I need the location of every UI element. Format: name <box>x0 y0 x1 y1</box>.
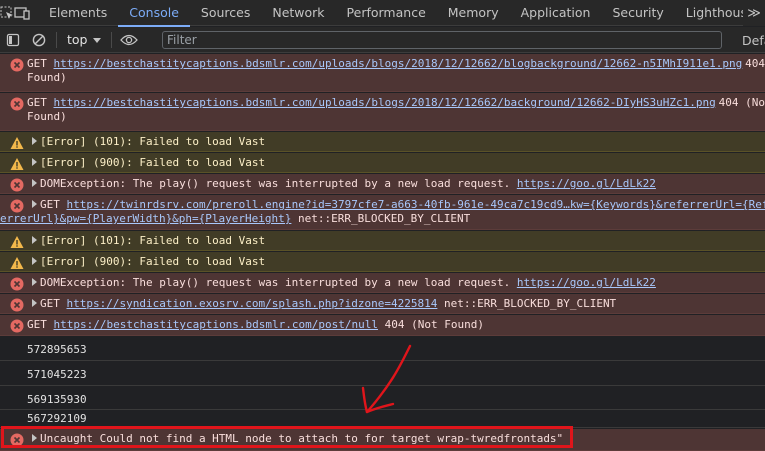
console-message-warning: [Error] (900): Failed to load Vast <box>0 153 765 173</box>
expand-arrow-icon[interactable] <box>32 137 37 145</box>
message-link[interactable]: https://goo.gl/LdLk22 <box>517 276 656 289</box>
expand-arrow-icon[interactable] <box>32 158 37 166</box>
default-levels-dropdown[interactable]: Defa <box>742 27 765 53</box>
error-icon <box>10 97 24 111</box>
message-link[interactable]: https://goo.gl/LdLk22 <box>517 177 656 190</box>
expand-arrow-icon[interactable] <box>32 299 37 307</box>
tab-network[interactable]: Network <box>261 0 335 26</box>
status-text: 404 (No <box>712 96 765 109</box>
error-icon <box>10 298 24 312</box>
tab-elements[interactable]: Elements <box>38 0 118 26</box>
tab-memory[interactable]: Memory <box>437 0 510 26</box>
error-icon <box>10 277 24 291</box>
message-text: [Error] (900): Failed to load Vast <box>40 255 266 268</box>
chevron-down-icon <box>93 32 102 47</box>
console-toolbar: top Defa <box>0 27 765 53</box>
expand-arrow-icon[interactable] <box>32 278 37 286</box>
clear-console-icon[interactable] <box>26 27 52 53</box>
message-text: GET <box>40 297 67 310</box>
console-message-error: DOMException: The play() request was int… <box>0 174 765 194</box>
warning-icon <box>10 256 24 270</box>
expand-arrow-icon[interactable] <box>32 236 37 244</box>
message-text: GET <box>40 198 67 211</box>
message-text: GET <box>27 57 54 70</box>
sidebar-toggle-icon[interactable] <box>0 27 26 53</box>
warning-icon <box>10 157 24 171</box>
console-message-error: GET https://bestchastitycaptions.bdsmlr.… <box>0 315 765 336</box>
console-message-warning: [Error] (101): Failed to load Vast <box>0 132 765 152</box>
toolbar-divider <box>111 31 113 48</box>
message-link[interactable]: https://twinrdsrv.com/preroll.engine?id=… <box>67 198 765 211</box>
error-icon <box>10 178 24 192</box>
arrow-annotation-icon <box>361 344 412 414</box>
message-text: [Error] (900): Failed to load Vast <box>40 156 266 169</box>
console-messages: GET https://bestchastitycaptions.bdsmlr.… <box>0 54 765 451</box>
expand-arrow-icon[interactable] <box>32 200 37 208</box>
context-selector[interactable]: top <box>61 32 107 47</box>
context-label: top <box>67 32 88 47</box>
console-message-error: DOMException: The play() request was int… <box>0 273 765 293</box>
more-tabs-button[interactable]: ≫ <box>743 0 765 26</box>
message-link[interactable]: https://bestchastitycaptions.bdsmlr.com/… <box>54 57 743 70</box>
status-text: 404 (Not Found) <box>378 318 484 331</box>
console-message-error: GET https://syndication.exosrv.com/splas… <box>0 294 765 314</box>
warning-icon <box>10 235 24 249</box>
eye-icon[interactable] <box>116 27 142 53</box>
status-text: 404 <box>738 57 765 70</box>
highlight-box <box>1 426 573 448</box>
message-text: [Error] (101): Failed to load Vast <box>40 135 266 148</box>
console-message-warning: [Error] (101): Failed to load Vast <box>0 231 765 251</box>
message-text: GET <box>27 318 54 331</box>
message-text: DOMException: The play() request was int… <box>40 276 517 289</box>
devtools-tabbar: Elements Console Sources Network Perform… <box>0 0 765 27</box>
console-message-warning: [Error] (900): Failed to load Vast <box>0 252 765 272</box>
error-icon <box>10 199 24 213</box>
console-message-error: GET https://bestchastitycaptions.bdsmlr.… <box>0 93 765 131</box>
message-link[interactable]: https://bestchastitycaptions.bdsmlr.com/… <box>54 96 716 109</box>
warning-icon <box>10 136 24 150</box>
tab-sources[interactable]: Sources <box>190 0 261 26</box>
tab-security[interactable]: Security <box>601 0 674 26</box>
tab-console[interactable]: Console <box>118 0 190 27</box>
toolbar-divider <box>56 31 57 48</box>
inspect-element-icon[interactable] <box>0 0 14 26</box>
message-text: DOMException: The play() request was int… <box>40 177 517 190</box>
message-text-continued: Found) <box>27 110 67 123</box>
error-icon <box>10 58 24 72</box>
console-message-error: GET https://bestchastitycaptions.bdsmlr.… <box>0 54 765 92</box>
message-text: GET <box>27 96 54 109</box>
tab-application[interactable]: Application <box>510 0 602 26</box>
tab-performance[interactable]: Performance <box>336 0 437 26</box>
message-link[interactable]: https://syndication.exosrv.com/splash.ph… <box>67 297 438 310</box>
status-text: net::ERR_BLOCKED_BY_CLIENT <box>291 212 471 225</box>
expand-arrow-icon[interactable] <box>32 179 37 187</box>
message-link[interactable]: https://bestchastitycaptions.bdsmlr.com/… <box>54 318 379 331</box>
message-text-continued: Found) <box>27 71 67 84</box>
error-icon <box>10 319 24 333</box>
status-text: net::ERR_BLOCKED_BY_CLIENT <box>437 297 617 310</box>
console-message-error: GET https://twinrdsrv.com/preroll.engine… <box>0 195 765 230</box>
device-toolbar-icon[interactable] <box>14 0 30 26</box>
message-link-continued[interactable]: errerUrl}&pw={PlayerWidth}&ph={PlayerHei… <box>0 212 291 225</box>
message-text: [Error] (101): Failed to load Vast <box>40 234 266 247</box>
expand-arrow-icon[interactable] <box>32 257 37 265</box>
filter-input[interactable] <box>162 31 722 49</box>
